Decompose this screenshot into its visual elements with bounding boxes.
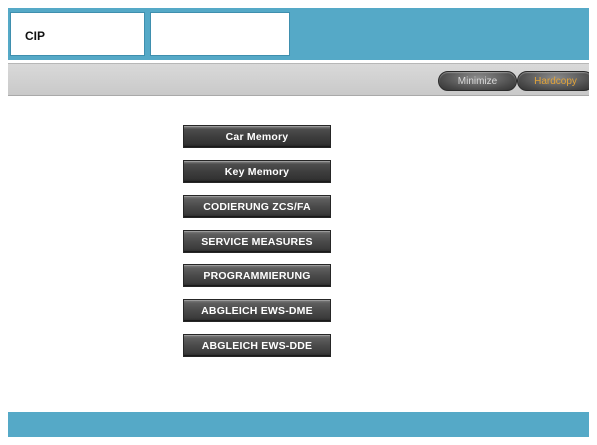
- footer-bar: [8, 412, 589, 437]
- codierung-button[interactable]: CODIERUNG ZCS/FA: [183, 195, 331, 218]
- header-bar: CIP: [8, 8, 589, 60]
- minimize-button[interactable]: Minimize: [438, 71, 517, 91]
- programmierung-button[interactable]: PROGRAMMIERUNG: [183, 264, 331, 287]
- title-panel: CIP: [10, 12, 145, 56]
- app-title: CIP: [25, 29, 46, 43]
- car-memory-button[interactable]: Car Memory: [183, 125, 331, 148]
- service-measures-button[interactable]: SERVICE MEASURES: [183, 230, 331, 253]
- toolbar: Minimize Hardcopy: [8, 63, 589, 96]
- app-window: CIP Minimize Hardcopy Car Memory Key Mem…: [8, 8, 589, 437]
- secondary-title-panel: [150, 12, 290, 56]
- key-memory-button[interactable]: Key Memory: [183, 160, 331, 183]
- abgleich-ews-dme-button[interactable]: ABGLEICH EWS-DME: [183, 299, 331, 322]
- hardcopy-button[interactable]: Hardcopy: [517, 71, 589, 91]
- abgleich-ews-dde-button[interactable]: ABGLEICH EWS-DDE: [183, 334, 331, 357]
